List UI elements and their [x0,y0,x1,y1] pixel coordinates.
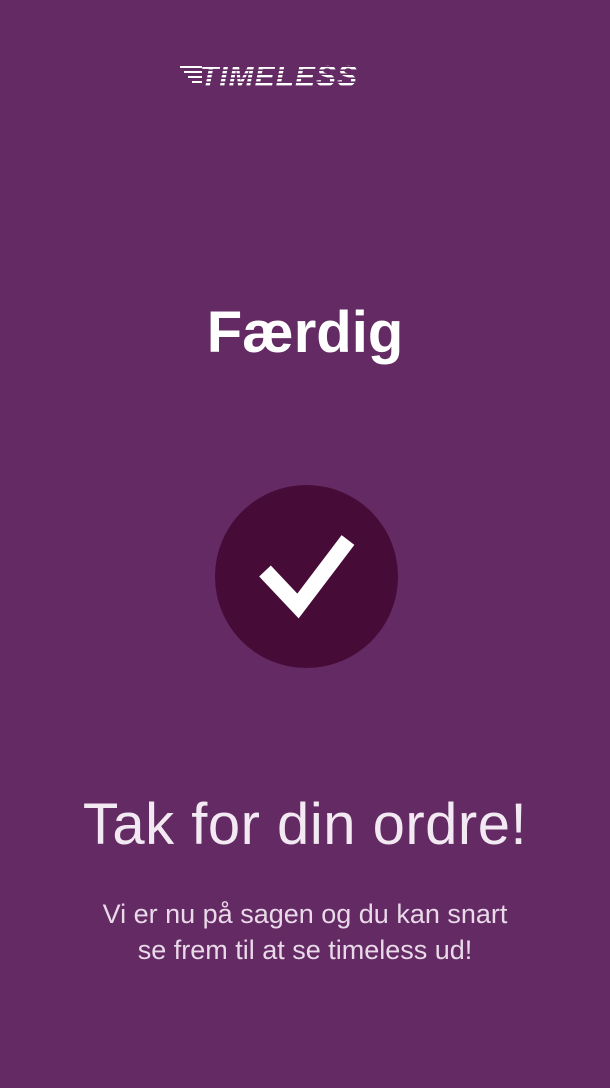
timeless-logo: TIMELESS [0,56,610,96]
success-badge [215,485,398,668]
message-line-2: se frem til at se timeless ud! [137,935,473,965]
confirmation-message: Vi er nu på sagen og du kan snart se fre… [40,896,570,968]
logo-graphic: TIMELESS [180,60,358,93]
svg-text:TIMELESS: TIMELESS [200,60,358,93]
checkmark-icon [259,535,355,619]
message-line-1: Vi er nu på sagen og du kan snart [102,899,508,929]
order-complete-screen: TIMELESS Færdig Tak for din ordre! Vi er… [0,0,610,1088]
thank-you-heading: Tak for din ordre! [82,792,528,857]
page-title: Færdig [206,300,404,365]
